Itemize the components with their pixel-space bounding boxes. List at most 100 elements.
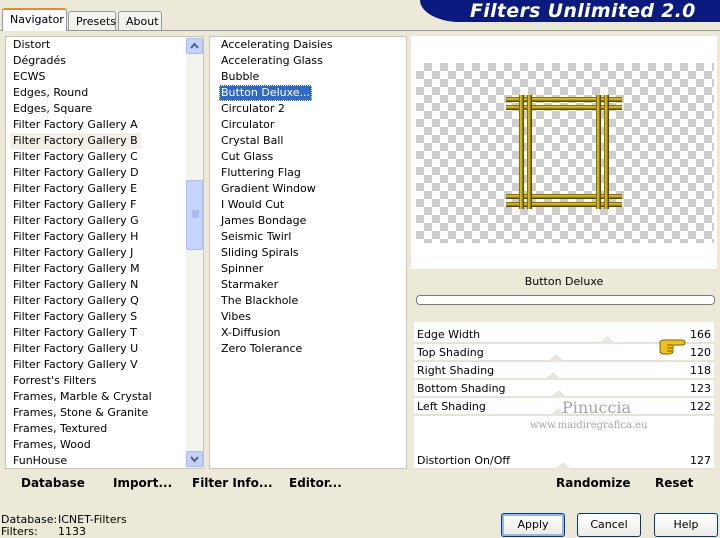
category-item[interactable]: Dégradés: [13, 53, 66, 69]
category-item[interactable]: Filter Factory Gallery V: [13, 357, 138, 373]
param-value: 120: [690, 346, 711, 359]
category-item[interactable]: Filter Factory Gallery S: [13, 309, 137, 325]
watermark-name: Pinuccia: [562, 398, 632, 417]
category-item[interactable]: Frames, Marble & Crystal: [13, 389, 152, 405]
slider-thumb[interactable]: [598, 336, 616, 344]
category-scrollbar[interactable]: [186, 37, 203, 468]
category-item[interactable]: Frames, Stone & Granite: [13, 405, 148, 421]
button-deluxe-frame-preview: [506, 95, 622, 209]
tab-about-label: About: [126, 15, 159, 28]
filter-item[interactable]: Crystal Ball: [221, 133, 283, 149]
filter-item[interactable]: X-Diffusion: [221, 325, 281, 341]
filter-item[interactable]: I Would Cut: [221, 197, 284, 213]
cancel-button[interactable]: Cancel: [577, 513, 641, 537]
filter-item[interactable]: Cut Glass: [221, 149, 273, 165]
filter-item[interactable]: The Blackhole: [221, 293, 298, 309]
category-item[interactable]: FunHouse: [13, 453, 67, 469]
filter-item[interactable]: Fluttering Flag: [221, 165, 301, 181]
category-item[interactable]: ECWS: [13, 69, 46, 85]
param-label: Edge Width: [417, 328, 481, 341]
filter-item[interactable]: Vibes: [221, 309, 251, 325]
category-item[interactable]: Filter Factory Gallery C: [13, 149, 138, 165]
app-title: Filters Unlimited 2.0: [470, 0, 696, 22]
category-item[interactable]: Filter Factory Gallery H: [13, 229, 138, 245]
filter-name-label: Button Deluxe: [414, 270, 714, 294]
filter-item[interactable]: Bubble: [221, 69, 259, 85]
param-label: Distortion On/Off: [417, 454, 510, 467]
category-item[interactable]: Forrest's Filters: [13, 373, 96, 389]
category-item[interactable]: Filter Factory Gallery A: [13, 117, 138, 133]
param-label: Top Shading: [417, 346, 484, 359]
import-button[interactable]: Import...: [113, 476, 172, 490]
database-button[interactable]: Database: [21, 476, 85, 490]
filter-info-button[interactable]: Filter Info...: [192, 476, 273, 490]
filter-item[interactable]: Gradient Window: [221, 181, 316, 197]
param-value: 123: [690, 382, 711, 395]
status-filters: Filters: 1133: [1, 525, 86, 538]
param-slider[interactable]: Right Shading 118: [414, 362, 714, 380]
apply-button[interactable]: Apply: [501, 513, 565, 537]
category-item[interactable]: Frames, Wood: [13, 437, 91, 453]
category-item[interactable]: Distort: [13, 37, 50, 53]
tab-about[interactable]: About: [118, 11, 162, 30]
tab-navigator-label: Navigator: [10, 13, 64, 26]
category-item[interactable]: Filter Factory Gallery G: [13, 213, 139, 229]
randomize-button[interactable]: Randomize: [556, 476, 630, 490]
category-item[interactable]: Filter Factory Gallery Q: [13, 293, 139, 309]
progress-bar: [416, 295, 715, 305]
slider-thumb[interactable]: [544, 372, 562, 380]
watermark-url: www.maidiregrafica.eu: [530, 420, 648, 431]
tab-presets[interactable]: Presets: [68, 11, 116, 30]
category-item[interactable]: Filter Factory Gallery M: [13, 261, 140, 277]
category-item[interactable]: Filter Factory Gallery E: [13, 181, 137, 197]
category-item[interactable]: Edges, Round: [13, 85, 88, 101]
chevron-up-icon: [190, 42, 199, 49]
tab-presets-label: Presets: [76, 15, 117, 28]
scroll-thumb[interactable]: [186, 180, 203, 250]
filter-item[interactable]: Accelerating Daisies: [221, 37, 333, 53]
param-slider[interactable]: Distortion On/Off 127: [414, 452, 714, 470]
category-item[interactable]: Filter Factory Gallery T: [13, 325, 137, 341]
filter-item[interactable]: Zero Tolerance: [221, 341, 302, 357]
status-filters-value: 1133: [58, 525, 86, 538]
filter-item[interactable]: Sliding Spirals: [221, 245, 299, 261]
filter-item[interactable]: Button Deluxe...: [219, 85, 313, 101]
filter-item[interactable]: Spinner: [221, 261, 263, 277]
category-item[interactable]: Filter Factory Gallery F: [13, 197, 136, 213]
category-item[interactable]: Frames, Textured: [13, 421, 107, 437]
param-value: 166: [690, 328, 711, 341]
chevron-down-icon: [190, 456, 199, 463]
help-button[interactable]: Help: [654, 513, 718, 537]
category-item[interactable]: Filter Factory Gallery N: [13, 277, 138, 293]
param-label: Left Shading: [417, 400, 486, 413]
slider-thumb[interactable]: [554, 462, 572, 470]
filter-item[interactable]: Seismic Twirl: [221, 229, 291, 245]
slider-thumb[interactable]: [547, 354, 565, 362]
category-item[interactable]: Filter Factory Gallery J: [13, 245, 133, 261]
scroll-down-button[interactable]: [186, 451, 203, 467]
filter-item[interactable]: Circulator 2: [221, 101, 285, 117]
preview-image: [416, 63, 714, 243]
filter-item[interactable]: James Bondage: [221, 213, 306, 229]
param-value: 118: [690, 364, 711, 377]
reset-button[interactable]: Reset: [655, 476, 693, 490]
scroll-up-button[interactable]: [186, 38, 203, 54]
filter-item[interactable]: Starmaker: [221, 277, 278, 293]
category-item[interactable]: Filter Factory Gallery U: [13, 341, 138, 357]
category-item[interactable]: Edges, Square: [13, 101, 92, 117]
category-item[interactable]: Filter Factory Gallery D: [13, 165, 139, 181]
slider-thumb[interactable]: [550, 390, 568, 398]
tab-navigator[interactable]: Navigator: [2, 8, 67, 31]
param-label: Bottom Shading: [417, 382, 506, 395]
param-slider[interactable]: Bottom Shading 123: [414, 380, 714, 398]
editor-button[interactable]: Editor...: [289, 476, 342, 490]
filter-item[interactable]: Circulator: [221, 117, 274, 133]
param-label: Right Shading: [417, 364, 495, 377]
pointing-hand-icon: [659, 339, 686, 355]
category-item[interactable]: Filter Factory Gallery B: [10, 133, 141, 149]
param-value: 127: [690, 454, 711, 467]
param-value: 122: [690, 400, 711, 413]
status-filters-label: Filters:: [1, 525, 38, 538]
grip-icon: [192, 210, 199, 218]
filter-item[interactable]: Accelerating Glass: [221, 53, 323, 69]
